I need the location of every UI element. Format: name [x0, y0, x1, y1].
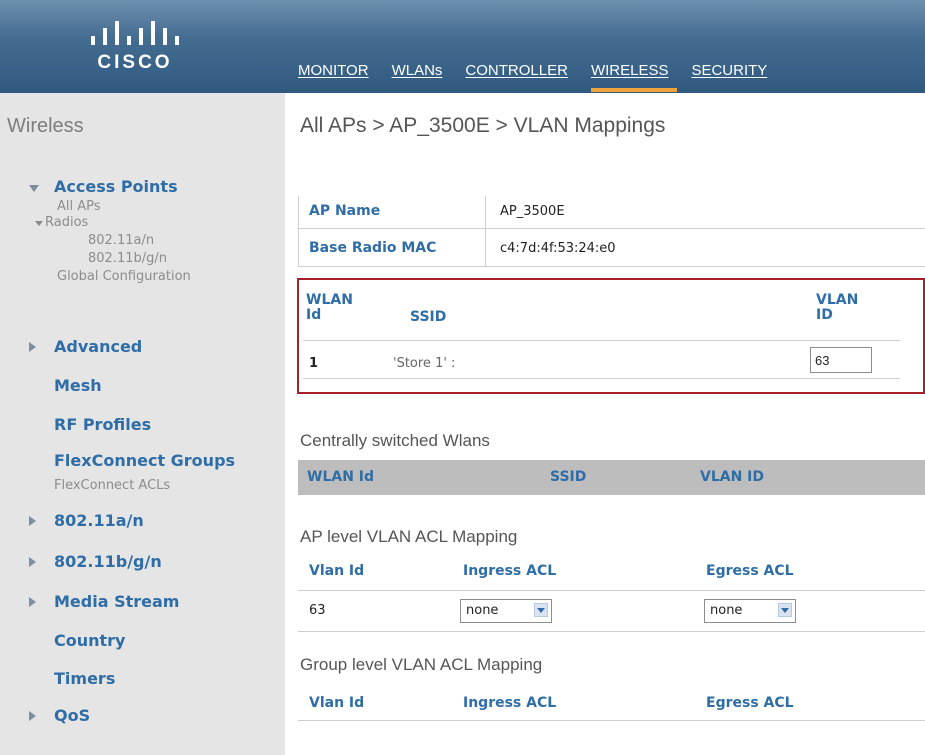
ap-level-acl-title: AP level VLAN ACL Mapping — [300, 527, 518, 546]
chevron-down-icon[interactable] — [534, 603, 548, 617]
sidebar-item-advanced[interactable]: Advanced — [54, 337, 142, 356]
col-header-wlan-id-line1: WLAN — [306, 292, 353, 308]
divider — [298, 590, 925, 591]
sidebar-item-flexconnect-acls[interactable]: FlexConnect ACLs — [54, 478, 170, 493]
sidebar-item-flexconnect-groups[interactable]: FlexConnect Groups — [54, 451, 235, 470]
nav-security[interactable]: SECURITY — [691, 58, 776, 93]
sidebar-title: Wireless — [7, 115, 84, 137]
sidebar-item-80211bgn[interactable]: 802.11b/g/n — [54, 552, 162, 571]
col-header-vlan-id: VLAN ID — [816, 293, 858, 323]
nav-monitor[interactable]: MONITOR — [298, 58, 378, 93]
divider — [303, 378, 900, 379]
sidebar-item-access-points[interactable]: Access Points — [54, 177, 178, 196]
sidebar: Wireless Access Points All APs Radios 80… — [0, 93, 285, 755]
col-header-wlan-id: WLAN Id — [306, 293, 353, 323]
ingress-acl-value: none — [466, 603, 499, 618]
top-header: CISCO MONITOR WLANs CONTROLLER WIRELESS … — [0, 0, 925, 93]
mapping-row-ssid: 'Store 1' : — [393, 356, 456, 371]
ingress-acl-select[interactable]: none — [460, 599, 552, 623]
divider — [298, 228, 925, 229]
expand-down-icon[interactable] — [35, 221, 43, 226]
divider — [485, 196, 486, 266]
cisco-logo-icon — [91, 21, 179, 45]
sidebar-item-mesh[interactable]: Mesh — [54, 376, 102, 395]
central-col-ssid: SSID — [550, 469, 587, 485]
sidebar-item-timers[interactable]: Timers — [54, 669, 115, 688]
group-acl-col-vlan-id: Vlan Id — [309, 695, 365, 711]
divider — [298, 266, 925, 267]
sidebar-item-80211an[interactable]: 802.11a/n — [54, 511, 144, 530]
nav-wireless[interactable]: WIRELESS — [590, 58, 678, 92]
sidebar-item-rf-profiles[interactable]: RF Profiles — [54, 415, 151, 434]
expand-right-icon[interactable] — [29, 557, 36, 567]
divider — [298, 720, 925, 721]
chevron-down-icon[interactable] — [778, 603, 792, 617]
sidebar-item-radio-b[interactable]: 802.11b/g/n — [88, 251, 167, 266]
base-radio-mac-label: Base Radio MAC — [309, 240, 437, 256]
main-nav: MONITOR WLANs CONTROLLER WIRELESS SECURI… — [298, 58, 790, 93]
sidebar-item-country[interactable]: Country — [54, 631, 125, 650]
ap-acl-row-vlan-id: 63 — [309, 603, 326, 618]
expand-down-icon[interactable] — [29, 185, 39, 192]
mapping-row-wlan-id: 1 — [309, 356, 319, 371]
sidebar-item-all-aps[interactable]: All APs — [57, 199, 101, 214]
ap-acl-col-egress: Egress ACL — [706, 563, 794, 579]
expand-right-icon[interactable] — [29, 516, 36, 526]
expand-right-icon[interactable] — [29, 597, 36, 607]
sidebar-item-media-stream[interactable]: Media Stream — [54, 592, 179, 611]
sidebar-item-radio-a[interactable]: 802.11a/n — [88, 233, 154, 248]
central-col-vlan-id: VLAN ID — [700, 469, 765, 485]
col-header-ssid: SSID — [410, 309, 447, 325]
page-title: All APs > AP_3500E > VLAN Mappings — [300, 114, 666, 137]
ap-name-label: AP Name — [309, 203, 381, 219]
nav-controller[interactable]: CONTROLLER — [465, 58, 577, 93]
sidebar-item-qos[interactable]: QoS — [54, 706, 90, 725]
centrally-switched-title: Centrally switched Wlans — [300, 431, 490, 450]
ap-acl-col-vlan-id: Vlan Id — [309, 563, 365, 579]
divider — [298, 196, 299, 266]
group-level-acl-title: Group level VLAN ACL Mapping — [300, 655, 543, 674]
expand-right-icon[interactable] — [29, 342, 36, 352]
col-header-vlan-id-line2: ID — [816, 307, 833, 323]
group-acl-col-egress: Egress ACL — [706, 695, 794, 711]
nav-wlans[interactable]: WLANs — [392, 58, 452, 93]
sidebar-item-radios[interactable]: Radios — [45, 215, 88, 230]
col-header-wlan-id-line2: Id — [306, 307, 322, 323]
group-acl-col-ingress: Ingress ACL — [463, 695, 557, 711]
egress-acl-select[interactable]: none — [704, 599, 796, 623]
sidebar-item-global-configuration[interactable]: Global Configuration — [57, 269, 191, 284]
central-table-header — [298, 460, 925, 495]
divider — [303, 340, 900, 341]
base-radio-mac-value: c4:7d:4f:53:24:e0 — [500, 241, 616, 256]
col-header-vlan-id-line1: VLAN — [816, 292, 859, 308]
central-col-wlan-id: WLAN Id — [307, 469, 375, 485]
divider — [298, 631, 925, 632]
ap-name-value: AP_3500E — [500, 204, 565, 219]
cisco-logo-text: CISCO — [97, 52, 173, 73]
expand-right-icon[interactable] — [29, 711, 36, 721]
ap-acl-col-ingress: Ingress ACL — [463, 563, 557, 579]
vlan-id-input[interactable] — [810, 347, 872, 373]
egress-acl-value: none — [710, 603, 743, 618]
